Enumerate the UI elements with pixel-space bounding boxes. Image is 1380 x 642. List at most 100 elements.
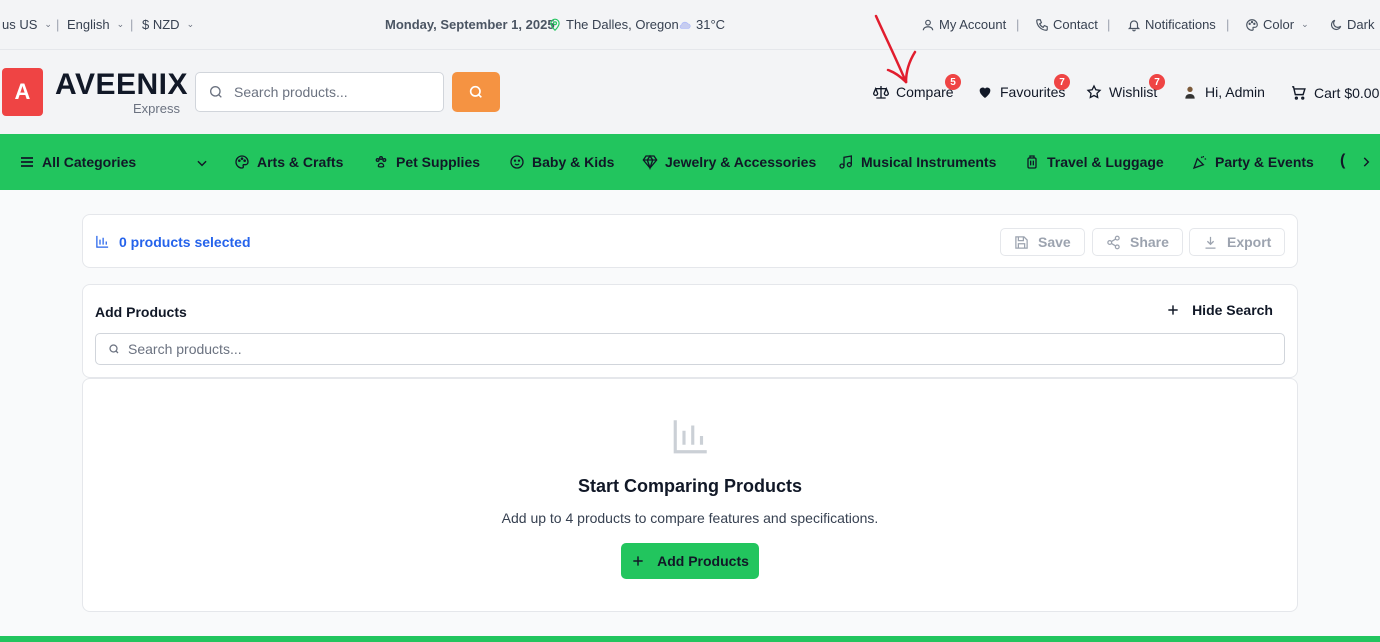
- search-icon: [469, 85, 482, 98]
- logo-subtitle: Express: [133, 101, 180, 116]
- music-icon: [839, 155, 852, 169]
- share-label: Share: [1130, 234, 1169, 250]
- nav-item-jewelry-accessories[interactable]: Jewelry & Accessories: [642, 154, 816, 170]
- nav-item-baby-kids[interactable]: Baby & Kids: [509, 154, 614, 170]
- temperature-label: 31°C: [696, 17, 726, 32]
- dark-label: Dark: [1347, 17, 1375, 32]
- cart-link[interactable]: Cart $0.00: [1290, 84, 1379, 101]
- divider: |: [130, 17, 134, 32]
- nav-item-party-events[interactable]: Party & Events: [1192, 154, 1314, 170]
- moon-icon: [1331, 19, 1342, 30]
- add-products-title: Add Products: [95, 304, 187, 320]
- locale-selector[interactable]: us US ⌄: [2, 17, 52, 32]
- location-label: The Dalles, Oregon: [566, 17, 679, 32]
- my-account-link[interactable]: My Account: [921, 17, 1006, 32]
- selected-count: 0 products selected: [119, 234, 251, 250]
- compare-toolbar: 0 products selected Save Share Export: [82, 214, 1298, 268]
- all-categories-menu[interactable]: All Categories: [19, 154, 136, 170]
- share-icon: [1107, 235, 1120, 249]
- hide-search-label: Hide Search: [1192, 302, 1273, 318]
- nav-item-travel-luggage[interactable]: Travel & Luggage: [1024, 154, 1164, 170]
- favourites-count-badge: 7: [1054, 74, 1070, 90]
- user-menu[interactable]: Hi, Admin: [1182, 84, 1265, 100]
- gem-icon: [642, 154, 658, 170]
- add-products-panel: Add Products Hide Search: [82, 284, 1298, 378]
- nav-item-musical-instruments[interactable]: Musical Instruments: [838, 154, 996, 170]
- product-search: [95, 333, 1285, 365]
- map-pin-icon: [550, 18, 560, 31]
- empty-state-title: Start Comparing Products: [577, 476, 803, 496]
- weather-info: 31°C: [678, 17, 725, 32]
- nav-item-label: Arts & Crafts: [257, 154, 344, 170]
- search-button[interactable]: [452, 72, 500, 112]
- header-search-input[interactable]: [234, 84, 424, 100]
- favourites-link[interactable]: Favourites: [977, 84, 1065, 100]
- logo-name[interactable]: AVEENIX: [55, 68, 188, 102]
- cloud-icon: [679, 21, 691, 29]
- nav-item-label: Baby & Kids: [532, 154, 615, 170]
- bar-chart-icon: [96, 235, 109, 248]
- save-label: Save: [1038, 234, 1071, 250]
- export-label: Export: [1227, 234, 1272, 250]
- nav-item-pet-supplies[interactable]: Pet Supplies: [373, 154, 480, 170]
- currency-label: $ NZD: [142, 17, 180, 32]
- chevron-down-icon: ⌄: [186, 19, 195, 29]
- save-button[interactable]: Save: [1000, 228, 1085, 256]
- notifications-link[interactable]: Notifications: [1127, 17, 1216, 32]
- dark-mode-toggle[interactable]: Dark: [1329, 17, 1374, 32]
- add-products-button[interactable]: Add Products: [621, 543, 759, 579]
- product-search-input[interactable]: [128, 341, 1028, 357]
- contact-label: Contact: [1053, 17, 1098, 32]
- color-label: Color: [1263, 17, 1295, 32]
- compare-count-badge: 5: [945, 74, 961, 90]
- language-selector[interactable]: English ⌄: [67, 17, 124, 32]
- notifications-label: Notifications: [1145, 17, 1216, 32]
- empty-state-description: Add up to 4 products to compare features…: [501, 510, 879, 526]
- location-info: The Dalles, Oregon: [548, 17, 679, 32]
- all-categories-label: All Categories: [42, 154, 137, 170]
- heart-icon: [979, 87, 991, 98]
- color-selector[interactable]: Color ⌄: [1245, 17, 1309, 32]
- language-label: English: [67, 17, 110, 32]
- cart-icon: [1292, 86, 1306, 100]
- my-account-label: My Account: [939, 17, 1007, 32]
- party-icon: [1192, 156, 1207, 170]
- nav-overflow-item: (: [1340, 152, 1346, 169]
- wishlist-link[interactable]: Wishlist: [1086, 84, 1157, 100]
- chevron-down-icon: ⌄: [44, 19, 52, 29]
- nav-item-label: Pet Supplies: [396, 154, 481, 170]
- empty-state-card: Start Comparing Products Add up to 4 pro…: [82, 378, 1298, 612]
- palette-icon: [1246, 18, 1258, 31]
- search-icon: [210, 86, 222, 98]
- palette-icon: [235, 155, 249, 169]
- plus-icon: [1168, 305, 1178, 315]
- hide-search-button[interactable]: Hide Search: [1166, 302, 1273, 318]
- nav-item-label: Musical Instruments: [861, 154, 997, 170]
- divider: |: [56, 17, 60, 32]
- luggage-icon: [1027, 155, 1037, 169]
- export-button[interactable]: Export: [1189, 228, 1286, 256]
- top-utility-bar: us US ⌄ | English ⌄ | $ NZD ⌄ Monday, Septe…: [0, 0, 1380, 50]
- currency-selector[interactable]: $ NZD ⌄: [142, 17, 194, 32]
- contact-link[interactable]: Contact: [1035, 17, 1098, 32]
- search-icon: [109, 344, 119, 354]
- divider: |: [1107, 17, 1111, 32]
- chevron-down-icon: ⌄: [1301, 19, 1309, 29]
- nav-item-label: Jewelry & Accessories: [665, 154, 817, 170]
- paw-icon: [375, 156, 387, 168]
- download-icon: [1205, 236, 1216, 249]
- chevron-right-icon[interactable]: [1359, 155, 1373, 169]
- nav-item-label: Travel & Luggage: [1047, 154, 1164, 170]
- logo-mark[interactable]: A: [2, 68, 43, 116]
- divider: |: [1226, 17, 1230, 32]
- chevron-down-icon[interactable]: [195, 156, 209, 170]
- current-date: Monday, September 1, 2025: [385, 17, 555, 32]
- nav-item-arts-crafts[interactable]: Arts & Crafts: [234, 154, 343, 170]
- menu-icon: [21, 157, 33, 167]
- chevron-down-icon: ⌄: [116, 19, 125, 29]
- nav-item-label: Party & Events: [1215, 154, 1314, 170]
- bell-icon: [1127, 19, 1141, 31]
- phone-icon: [1036, 18, 1048, 31]
- user-icon: [922, 19, 934, 30]
- share-button[interactable]: Share: [1092, 228, 1183, 256]
